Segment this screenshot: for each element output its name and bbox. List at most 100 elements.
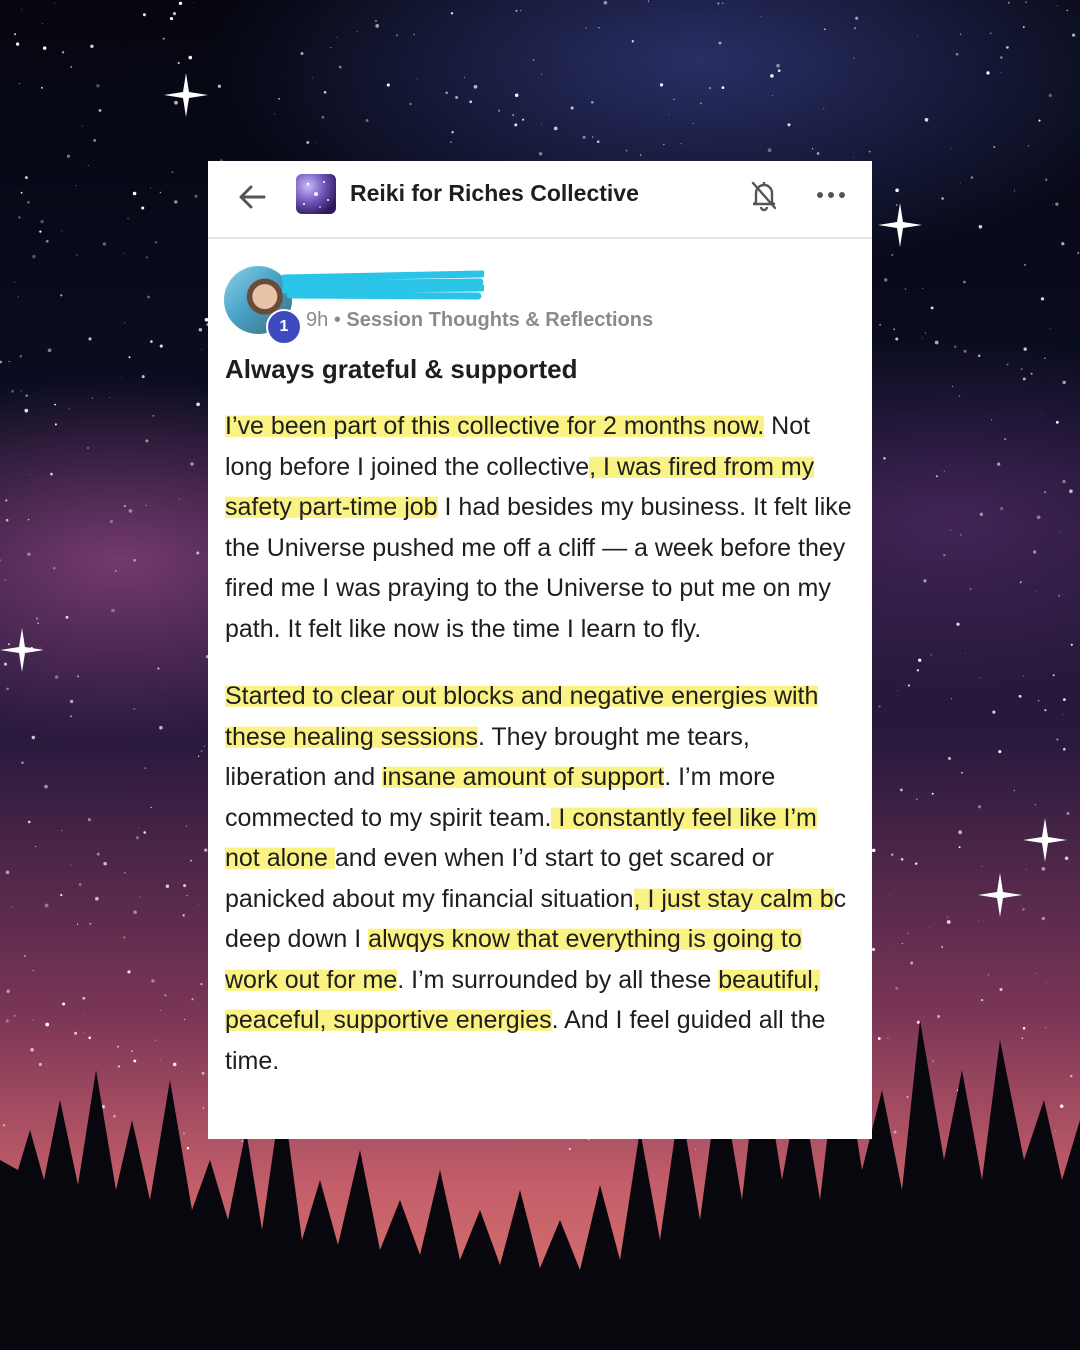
more-options-button[interactable] bbox=[811, 175, 851, 215]
star bbox=[585, 27, 587, 29]
star bbox=[895, 188, 899, 193]
star bbox=[879, 323, 882, 326]
star bbox=[3, 662, 8, 666]
star bbox=[592, 136, 594, 138]
star bbox=[20, 191, 23, 194]
group-avatar[interactable] bbox=[296, 174, 336, 214]
star bbox=[895, 337, 899, 341]
back-button[interactable] bbox=[232, 177, 272, 217]
star bbox=[1070, 643, 1073, 646]
star bbox=[538, 152, 543, 156]
star bbox=[596, 140, 600, 143]
galaxy-image bbox=[303, 181, 329, 208]
star bbox=[6, 687, 9, 691]
group-title[interactable]: Reiki for Riches Collective bbox=[350, 180, 639, 207]
star bbox=[953, 345, 957, 348]
star bbox=[5, 499, 8, 502]
star bbox=[31, 735, 36, 740]
post-body: I’ve been part of this collective for 2 … bbox=[225, 406, 857, 1081]
star bbox=[625, 149, 628, 152]
star bbox=[1022, 675, 1025, 678]
star bbox=[963, 280, 966, 284]
star bbox=[699, 102, 703, 105]
star bbox=[11, 389, 15, 393]
star bbox=[515, 9, 518, 12]
star bbox=[19, 355, 23, 358]
star bbox=[930, 306, 934, 310]
member-level-badge: 1 bbox=[266, 309, 302, 345]
star bbox=[445, 91, 448, 95]
star bbox=[965, 653, 967, 655]
star bbox=[413, 33, 415, 36]
star bbox=[145, 504, 147, 506]
star bbox=[323, 91, 327, 94]
star bbox=[186, 894, 188, 896]
star bbox=[54, 675, 59, 679]
star bbox=[39, 647, 41, 649]
star bbox=[603, 0, 608, 5]
highlighted-text: insane amount of support bbox=[382, 763, 665, 791]
star bbox=[77, 675, 80, 678]
star bbox=[21, 8, 22, 10]
star bbox=[123, 936, 126, 939]
star bbox=[76, 254, 78, 256]
star bbox=[950, 698, 952, 700]
star bbox=[947, 756, 952, 760]
star bbox=[895, 986, 898, 990]
post-paragraph: Started to clear out blocks and negative… bbox=[225, 676, 857, 1081]
star bbox=[922, 337, 924, 339]
star bbox=[1077, 252, 1080, 254]
star bbox=[853, 57, 855, 59]
star bbox=[659, 83, 664, 87]
star bbox=[172, 12, 177, 16]
star bbox=[96, 852, 100, 856]
star bbox=[96, 84, 100, 88]
star bbox=[190, 462, 194, 466]
star bbox=[772, 95, 774, 97]
star bbox=[672, 98, 675, 101]
more-horizontal-icon bbox=[817, 192, 845, 198]
star bbox=[977, 805, 982, 809]
star bbox=[1058, 594, 1060, 597]
star bbox=[883, 457, 886, 460]
star bbox=[62, 1002, 66, 1006]
star bbox=[811, 148, 814, 150]
star bbox=[128, 356, 131, 359]
star bbox=[188, 55, 193, 60]
star bbox=[986, 71, 990, 75]
star bbox=[174, 100, 178, 105]
star bbox=[1041, 916, 1046, 921]
star bbox=[141, 206, 145, 210]
star bbox=[1007, 1, 1010, 4]
star bbox=[1025, 1, 1027, 3]
star bbox=[17, 296, 20, 298]
star bbox=[598, 26, 600, 29]
star bbox=[958, 830, 962, 835]
star bbox=[159, 191, 162, 194]
star bbox=[41, 86, 43, 89]
star bbox=[956, 622, 960, 626]
star bbox=[159, 726, 163, 730]
star bbox=[178, 498, 181, 500]
notifications-toggle[interactable] bbox=[744, 175, 784, 215]
star bbox=[61, 51, 65, 54]
star bbox=[145, 439, 149, 443]
star bbox=[20, 390, 22, 392]
star bbox=[200, 750, 203, 752]
star bbox=[925, 332, 927, 334]
star bbox=[14, 281, 15, 283]
star bbox=[930, 654, 933, 656]
post-category[interactable]: Session Thoughts & Reflections bbox=[346, 309, 653, 331]
star bbox=[455, 95, 459, 99]
star bbox=[139, 896, 141, 898]
star bbox=[717, 2, 720, 5]
star bbox=[1038, 119, 1041, 122]
star bbox=[997, 462, 1001, 466]
app-header: Reiki for Riches Collective bbox=[208, 161, 872, 239]
star bbox=[336, 36, 338, 38]
star bbox=[75, 185, 77, 187]
star bbox=[1044, 709, 1047, 712]
star bbox=[93, 138, 97, 142]
star bbox=[44, 903, 49, 908]
star bbox=[121, 376, 123, 378]
